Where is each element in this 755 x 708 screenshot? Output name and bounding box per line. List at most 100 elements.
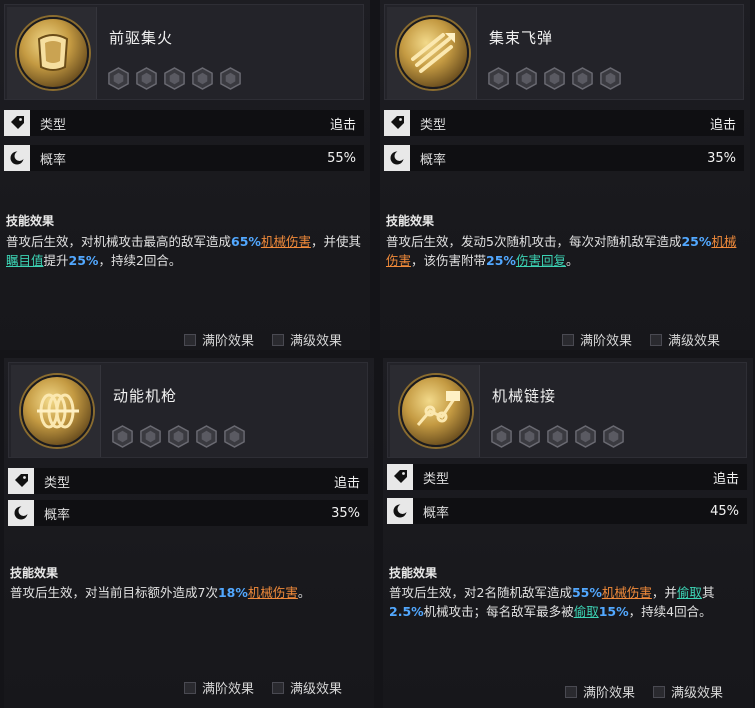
chance-label: 概率 [423, 505, 450, 521]
skill-portrait [7, 7, 97, 99]
effect-segment: 普攻后生效，对2名随机敌军造成 [389, 585, 572, 600]
hexagon-star-slot-icon [112, 425, 133, 448]
effect-segment: 25% [68, 253, 99, 268]
type-value: 追击 [712, 471, 739, 487]
full-stage-label: 满阶效果 [583, 686, 636, 701]
type-value: 追击 [329, 117, 356, 133]
chance-row: 概率 35% [384, 145, 744, 171]
full-level-toggle[interactable]: 满级效果 [272, 330, 342, 349]
effect-segment: ，并使其 [310, 234, 361, 249]
spiral-gun-icon [21, 375, 93, 447]
chance-value: 35% [707, 150, 736, 166]
chance-value: 45% [710, 503, 739, 519]
effect-segment[interactable]: 瞩目值 [6, 253, 44, 268]
skill-name: 机械链接 [492, 387, 557, 405]
effect-text: 普攻后生效，对当前目标额外造成7次18%机械伤害。 [10, 583, 365, 602]
tag-icon [4, 110, 30, 136]
checkbox[interactable] [565, 685, 577, 698]
chance-value: 55% [327, 150, 356, 166]
effect-segment: 其 [701, 585, 715, 600]
chance-label: 概率 [44, 507, 71, 523]
skill-portrait [11, 365, 101, 457]
hexagon-star-slot-icon [544, 67, 565, 90]
option-checks: 满阶效果 满级效果 [565, 682, 723, 701]
star-slots [107, 67, 242, 90]
hexagon-star-slot-icon [572, 67, 593, 90]
full-stage-toggle[interactable]: 满阶效果 [565, 682, 635, 701]
armor-chest-icon [17, 17, 89, 89]
skill-name: 集束飞弹 [489, 29, 554, 47]
effect-segment: 普攻后生效，发动5次随机攻击，每次对随机敌军造成 [386, 234, 682, 249]
checkbox[interactable] [184, 333, 196, 346]
effect-segment: 15% [598, 604, 629, 619]
skill-header: 机械链接 [387, 362, 747, 458]
chance-label: 概率 [420, 152, 447, 168]
effect-segment[interactable]: 机械伤害 [602, 585, 652, 600]
hexagon-star-slot-icon [603, 425, 624, 448]
skill-card-2: 集束飞弹 类型 追击 概率 35% 技能效果 普攻后生效，发动5次随机攻击，每次… [380, 0, 750, 350]
chance-row: 概率 45% [387, 498, 747, 524]
type-row: 类型 追击 [4, 110, 364, 136]
skill-card-3: 动能机枪 类型 追击 概率 35% 技能效果 普攻后生效，对当前目标额外造成7次… [4, 358, 374, 708]
hexagon-star-slot-icon [140, 425, 161, 448]
full-stage-label: 满阶效果 [202, 334, 255, 349]
full-level-label: 满级效果 [668, 334, 721, 349]
full-stage-toggle[interactable]: 满阶效果 [184, 678, 254, 697]
hexagon-star-slot-icon [519, 425, 540, 448]
skill-card-4: 机械链接 类型 追击 概率 45% 技能效果 普攻后生效，对2名随机敌军造成55… [383, 358, 753, 708]
type-label: 类型 [44, 475, 71, 491]
effect-segment: ，该伤害附带 [411, 253, 487, 268]
type-label: 类型 [40, 117, 67, 133]
full-stage-toggle[interactable]: 满阶效果 [562, 330, 632, 349]
hexagon-star-slot-icon [108, 67, 129, 90]
type-label: 类型 [423, 471, 450, 487]
hexagon-star-slot-icon [516, 67, 537, 90]
type-value: 追击 [709, 117, 736, 133]
chance-row: 概率 55% [4, 145, 364, 171]
effect-segment[interactable]: 机械伤害 [248, 585, 298, 600]
full-level-toggle[interactable]: 满级效果 [650, 330, 720, 349]
checkbox[interactable] [272, 333, 285, 346]
effect-text: 普攻后生效，对机械攻击最高的敌军造成65%机械伤害，并使其瞩目值提升25%，持续… [6, 232, 361, 270]
checkbox[interactable] [562, 333, 574, 346]
type-row: 类型 追击 [8, 468, 368, 494]
effect-segment: 65% [231, 234, 261, 249]
star-slots [487, 67, 622, 90]
effect-segment[interactable]: 伤害回复 [516, 253, 566, 268]
effect-title: 技能效果 [10, 566, 59, 580]
hexagon-star-slot-icon [575, 425, 596, 448]
hexagon-star-slot-icon [488, 67, 509, 90]
tag-icon [8, 468, 34, 494]
checkbox[interactable] [653, 685, 666, 698]
tag-icon [387, 464, 413, 490]
skill-name: 前驱集火 [109, 29, 174, 47]
hexagon-star-slot-icon [220, 67, 241, 90]
effect-segment: 25% [486, 253, 516, 268]
checkbox[interactable] [272, 681, 285, 694]
chance-row: 概率 35% [8, 500, 368, 526]
checkbox[interactable] [650, 333, 663, 346]
type-row: 类型 追击 [384, 110, 744, 136]
effect-segment[interactable]: 偷取 [574, 604, 599, 619]
full-level-toggle[interactable]: 满级效果 [653, 682, 723, 701]
effect-segment: 普攻后生效，对当前目标额外造成7次 [10, 585, 218, 600]
skill-header: 动能机枪 [8, 362, 368, 458]
effect-title: 技能效果 [6, 214, 55, 228]
skill-portrait [387, 7, 477, 99]
full-stage-label: 满阶效果 [202, 682, 255, 697]
hexagon-star-slot-icon [168, 425, 189, 448]
full-stage-toggle[interactable]: 满阶效果 [184, 330, 254, 349]
effect-segment[interactable]: 偷取 [677, 585, 702, 600]
hexagon-star-slot-icon [164, 67, 185, 90]
type-label: 类型 [420, 117, 447, 133]
checkbox[interactable] [184, 681, 196, 694]
full-level-toggle[interactable]: 满级效果 [272, 678, 342, 697]
star-slots [111, 425, 246, 448]
skill-portrait [390, 365, 480, 457]
effect-segment: 55% [571, 585, 602, 600]
effect-segment: 25% [681, 234, 712, 249]
type-value: 追击 [333, 475, 360, 491]
chance-label: 概率 [40, 152, 67, 168]
crescent-moon-icon [8, 500, 34, 526]
effect-segment[interactable]: 机械伤害 [261, 234, 311, 249]
